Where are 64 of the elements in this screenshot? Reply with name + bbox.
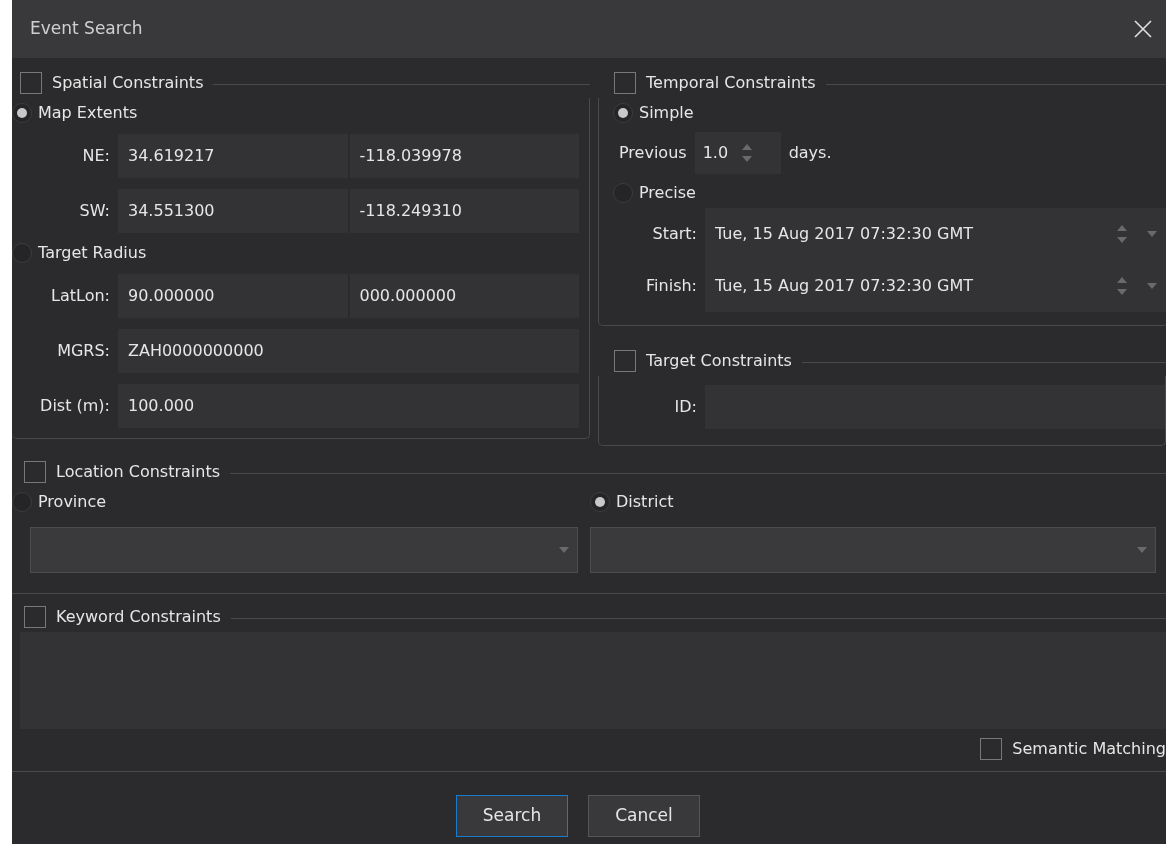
radio-label: Province	[38, 491, 107, 513]
up-arrow-icon[interactable]	[1117, 225, 1127, 231]
dropdown[interactable]	[30, 527, 578, 573]
group-title: Temporal Constraints	[646, 72, 816, 94]
input-field[interactable]: ZAH0000000000	[118, 328, 579, 373]
down-arrow-icon[interactable]	[1147, 283, 1157, 289]
checkbox[interactable]	[614, 72, 636, 94]
up-arrow-icon[interactable]	[742, 144, 753, 150]
group-title: Target Constraints	[646, 350, 792, 372]
group-title: Keyword Constraints	[56, 606, 221, 628]
input-field[interactable]: 100.000	[118, 383, 579, 428]
down-arrow-icon[interactable]	[1137, 547, 1147, 553]
checkbox[interactable]	[24, 606, 46, 628]
search-button[interactable]: Search	[456, 795, 568, 837]
field-label: NE:	[81, 144, 111, 167]
close-icon[interactable]	[1134, 20, 1152, 38]
input-field[interactable]: -118.039978	[349, 133, 579, 178]
checkbox-label: Semantic Matching	[1012, 738, 1166, 760]
checkbox[interactable]	[20, 72, 42, 94]
input-field[interactable]	[705, 385, 1165, 429]
group-title: Location Constraints	[56, 461, 221, 483]
down-arrow-icon[interactable]	[742, 156, 753, 162]
down-arrow-icon[interactable]	[1147, 231, 1157, 237]
unit-label: days.	[788, 142, 832, 164]
checkbox[interactable]	[614, 350, 636, 372]
spin-box[interactable]: 1.0	[694, 132, 781, 174]
dropdown[interactable]	[590, 527, 1156, 573]
radio-label: District	[616, 491, 674, 513]
radio-button[interactable]	[613, 103, 633, 123]
field-label: LatLon:	[50, 284, 111, 307]
radio-label: Target Radius	[38, 242, 147, 264]
group-title: Spatial Constraints	[52, 72, 204, 94]
down-arrow-icon[interactable]	[1117, 289, 1127, 295]
window-title: Event Search	[30, 17, 143, 41]
input-field[interactable]: 90.000000	[118, 273, 348, 318]
input-field[interactable]: -118.249310	[349, 188, 579, 233]
date-field[interactable]: Tue, 15 Aug 2017 07:32:30 GMT	[705, 208, 1166, 260]
down-arrow-icon[interactable]	[1117, 237, 1127, 243]
date-field[interactable]: Tue, 15 Aug 2017 07:32:30 GMT	[705, 260, 1166, 312]
date-value: Tue, 15 Aug 2017 07:32:30 GMT	[715, 223, 974, 245]
field-label: Finish:	[645, 275, 698, 297]
field-label: Start:	[651, 223, 698, 245]
cancel-button[interactable]: Cancel	[588, 795, 700, 837]
field-label: ID:	[673, 396, 698, 418]
date-value: Tue, 15 Aug 2017 07:32:30 GMT	[715, 275, 974, 297]
up-arrow-icon[interactable]	[1117, 277, 1127, 283]
checkbox[interactable]	[980, 738, 1003, 760]
input-field[interactable]: 000.000000	[349, 273, 579, 318]
checkbox[interactable]	[24, 461, 46, 483]
field-label: Previous	[619, 142, 687, 164]
input-field[interactable]: 34.619217	[118, 133, 348, 178]
field-label: MGRS:	[56, 339, 111, 362]
radio-label: Map Extents	[38, 102, 138, 124]
field-label: SW:	[78, 199, 111, 222]
spin-value: 1.0	[702, 142, 729, 164]
field-label: Dist (m):	[39, 394, 111, 417]
radio-label: Simple	[639, 102, 694, 124]
radio-button[interactable]	[590, 492, 610, 512]
radio-button[interactable]	[12, 492, 32, 512]
input-field[interactable]: 34.551300	[118, 188, 348, 233]
radio-button[interactable]	[12, 243, 32, 263]
radio-button[interactable]	[12, 103, 32, 123]
radio-label: Precise	[639, 182, 696, 204]
down-arrow-icon[interactable]	[559, 547, 569, 553]
